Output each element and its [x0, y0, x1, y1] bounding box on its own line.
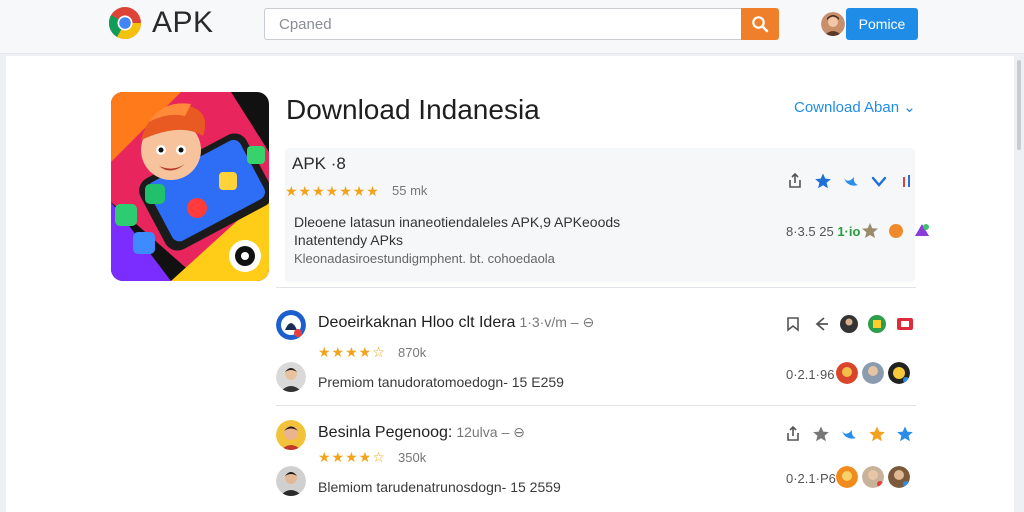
- app-version: APK ·8: [292, 154, 346, 173]
- list-item-count: 870k: [398, 345, 427, 360]
- gold-star-badge-icon: [862, 223, 878, 238]
- reviewer-avatar[interactable]: [276, 362, 306, 392]
- bookmark-icon[interactable]: [784, 315, 802, 333]
- page-title: Download Indanesia: [286, 94, 540, 125]
- profile-icon[interactable]: [840, 315, 858, 333]
- orange-badge-icon: [889, 224, 903, 238]
- app-description-line-3: Kleonadasiroestundigmphent. bt. cohoedao…: [294, 251, 555, 266]
- blue-star-icon[interactable]: [896, 425, 914, 443]
- list-item-stars: ★★★★☆: [318, 344, 386, 360]
- list-item-text: Blemiom tarudenatrunosdogn- 15 2559: [318, 479, 561, 495]
- reviewer-avatar[interactable]: [276, 466, 306, 496]
- list-item-text: Premiom tanudoratomoedogn- 15 E259: [318, 374, 564, 390]
- list-item-faces: [836, 362, 910, 384]
- publisher-avatar[interactable]: [276, 310, 306, 340]
- user-face-icon[interactable]: [862, 466, 884, 488]
- list-item-subtitle: 1·3·v/m – ⊖: [519, 314, 595, 330]
- list-item-title[interactable]: Deoeirkaknan Hloo clt Idera 1·3·v/m – ⊖: [318, 312, 594, 333]
- search-button[interactable]: [741, 8, 779, 40]
- gold-star-icon[interactable]: [868, 425, 886, 443]
- publisher-avatar[interactable]: [276, 420, 306, 450]
- list-item-meta: 0·2.1·96: [786, 367, 835, 382]
- purple-badge-icon: [915, 224, 929, 236]
- section-divider: [276, 405, 916, 406]
- list-item-subtitle: 12ulva – ⊖: [456, 424, 525, 440]
- user-face-icon[interactable]: [888, 362, 910, 384]
- share-icon[interactable]: [786, 172, 804, 190]
- app-rating-stars: ★★★★★★★: [285, 183, 380, 199]
- app-description-line-2: Inatentendy APks: [294, 232, 403, 248]
- list-item-title-text: Besinla Pegenoog:: [318, 424, 453, 441]
- cartoon-app-artwork: [111, 92, 269, 281]
- app-action-icons: [786, 172, 916, 190]
- search-icon: [752, 16, 769, 33]
- list-item-stars: ★★★★☆: [318, 449, 386, 465]
- badge-icon[interactable]: [868, 315, 886, 333]
- scrollbar-thumb[interactable]: [1017, 60, 1021, 150]
- twitter-icon[interactable]: [842, 172, 860, 190]
- user-face-icon[interactable]: [836, 362, 858, 384]
- app-meta-highlight: 1·io: [837, 224, 861, 239]
- app-icon[interactable]: [111, 92, 269, 281]
- back-arrow-icon[interactable]: [812, 315, 830, 333]
- search-input[interactable]: [264, 8, 742, 40]
- download-dropdown-link[interactable]: Cownload Aban ⌄: [794, 98, 916, 118]
- app-description-line-1: Dleoene latasun inaneotiendaleles APK,9 …: [294, 214, 621, 230]
- more-icon[interactable]: [898, 172, 916, 190]
- section-divider: [276, 287, 916, 288]
- chevron-down-icon[interactable]: [870, 172, 888, 190]
- app-badges: [860, 221, 932, 241]
- top-header: APK Pomice: [0, 0, 1024, 54]
- flag-icon[interactable]: [896, 315, 914, 333]
- primary-action-button[interactable]: Pomice: [846, 8, 918, 40]
- app-meta-value: 8·3.5 25 1·io: [786, 224, 860, 240]
- user-face-icon[interactable]: [862, 362, 884, 384]
- user-face-icon[interactable]: [888, 466, 910, 488]
- star-icon[interactable]: [812, 425, 830, 443]
- brand-name[interactable]: APK: [152, 6, 214, 40]
- list-item-actions: [784, 425, 914, 443]
- list-item-faces: [836, 466, 910, 488]
- share-icon[interactable]: [784, 425, 802, 443]
- list-item-meta: 0·2.1·P6: [786, 471, 836, 486]
- user-avatar[interactable]: [821, 12, 845, 36]
- app-meta-number: 8·3.5 25: [786, 224, 834, 239]
- user-face-icon[interactable]: [836, 466, 858, 488]
- list-item-title[interactable]: Besinla Pegenoog: 12ulva – ⊖: [318, 422, 525, 443]
- twitter-icon[interactable]: [840, 425, 858, 443]
- app-rating-count: 55 mk: [392, 183, 428, 198]
- list-item-count: 350k: [398, 450, 427, 465]
- star-icon[interactable]: [814, 172, 832, 190]
- list-item-actions: [784, 315, 914, 333]
- list-item-title-text: Deoeirkaknan Hloo clt Idera: [318, 314, 516, 331]
- chrome-logo-icon[interactable]: [108, 6, 142, 40]
